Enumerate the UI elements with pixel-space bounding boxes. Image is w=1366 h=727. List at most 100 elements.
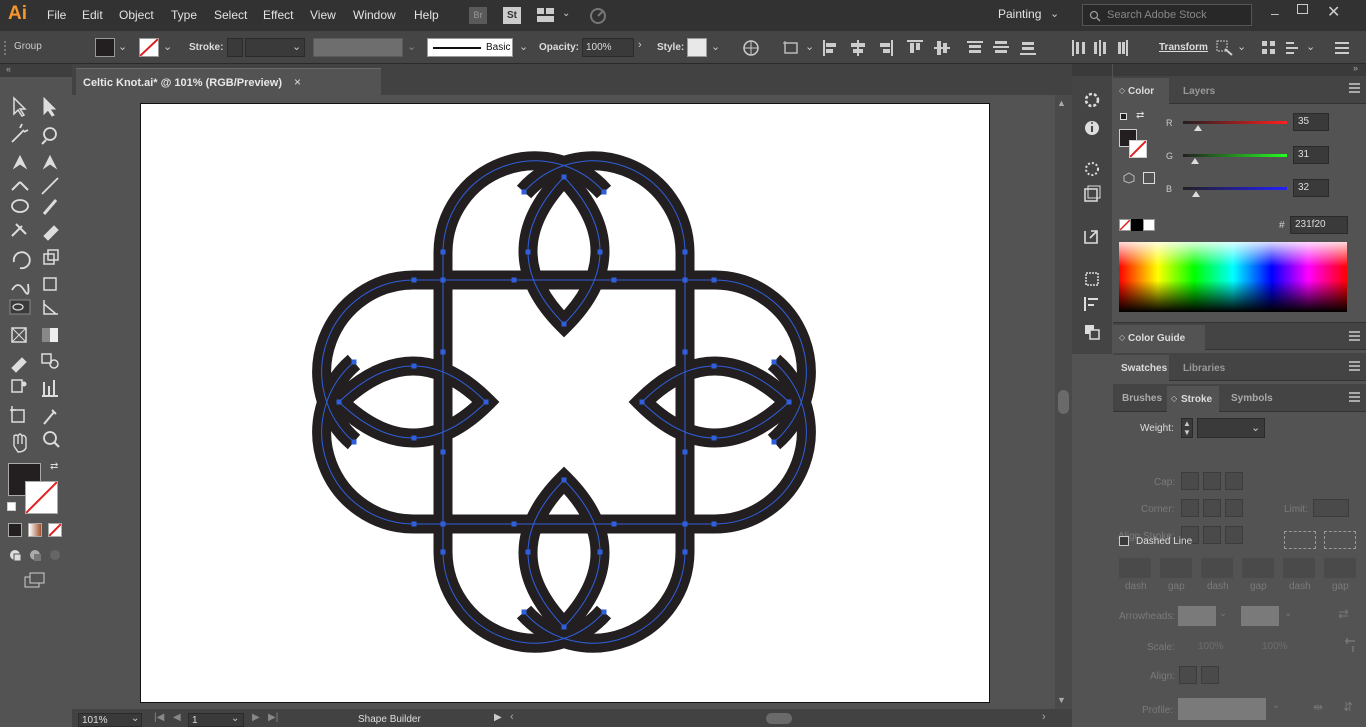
- start-arrowhead-select[interactable]: [1178, 606, 1216, 626]
- fill-chevron-icon[interactable]: ⌄: [118, 40, 127, 53]
- stroke-weight-stepper[interactable]: [227, 38, 243, 57]
- fill-color-swatch[interactable]: [95, 38, 115, 57]
- menu-select[interactable]: Select: [214, 8, 247, 22]
- projecting-cap-button[interactable]: [1225, 472, 1243, 490]
- chevron-down-icon[interactable]: ⌄: [562, 8, 570, 19]
- scroll-up-icon[interactable]: ▲: [1057, 98, 1066, 108]
- weight-field[interactable]: ⌄: [1197, 418, 1265, 438]
- scroll-down-icon[interactable]: ▼: [1057, 695, 1066, 705]
- gradient-mode-button[interactable]: [28, 523, 42, 537]
- dash-3-field[interactable]: [1283, 558, 1315, 578]
- align-outside-button[interactable]: [1225, 526, 1243, 544]
- stroke-panel-menu-icon[interactable]: [1349, 392, 1361, 402]
- swatches-menu-icon[interactable]: [1349, 361, 1361, 371]
- link-scale-icon[interactable]: [1343, 636, 1357, 654]
- tab-layers[interactable]: Layers: [1183, 86, 1215, 97]
- web-safe-color-icon[interactable]: [1143, 172, 1155, 184]
- round-join-button[interactable]: [1203, 499, 1221, 517]
- r-slider-handle[interactable]: [1194, 125, 1202, 131]
- r-slider-track[interactable]: [1183, 121, 1287, 124]
- horizontal-scroll-thumb[interactable]: [766, 713, 792, 724]
- limit-field[interactable]: [1313, 499, 1349, 517]
- b-slider-handle[interactable]: [1192, 191, 1200, 197]
- path-chevron-icon[interactable]: ⌄: [1306, 40, 1315, 53]
- none-swatch[interactable]: [1119, 219, 1131, 231]
- artboard[interactable]: [140, 103, 990, 703]
- flip-across-icon[interactable]: ⇵: [1343, 700, 1353, 714]
- b-slider-track[interactable]: [1183, 187, 1287, 190]
- prev-artboard-button[interactable]: ◀: [173, 712, 181, 723]
- maximize-button[interactable]: [1297, 4, 1308, 14]
- gap-1-field[interactable]: [1160, 558, 1192, 578]
- collapse-icon[interactable]: «: [6, 64, 11, 74]
- round-cap-button[interactable]: [1203, 472, 1221, 490]
- zoom-field[interactable]: 101% ⌄: [78, 713, 142, 727]
- transform-chevron-icon[interactable]: ⌄: [1237, 40, 1246, 53]
- artboard-number-field[interactable]: 1 ⌄: [188, 713, 244, 727]
- draw-inside-icon[interactable]: [48, 548, 62, 562]
- path-options-icon[interactable]: [1284, 39, 1304, 57]
- arrow-place-button[interactable]: [1201, 666, 1219, 684]
- dashed-line-checkbox[interactable]: [1119, 536, 1129, 546]
- menu-window[interactable]: Window: [353, 8, 396, 22]
- g-slider-handle[interactable]: [1191, 158, 1199, 164]
- swap-fill-stroke-icon[interactable]: ⇄: [50, 461, 58, 472]
- gap-2-field[interactable]: [1242, 558, 1274, 578]
- recolor-artwork-icon[interactable]: [742, 39, 760, 57]
- scale-start-value[interactable]: 100%: [1198, 641, 1224, 652]
- gpu-performance-icon[interactable]: [588, 6, 608, 24]
- first-artboard-button[interactable]: |◀: [154, 712, 164, 723]
- menu-view[interactable]: View: [310, 8, 336, 22]
- stroke-swatch[interactable]: [25, 481, 58, 514]
- default-fill-stroke-icon[interactable]: [7, 502, 16, 511]
- menu-type[interactable]: Type: [171, 8, 197, 22]
- tab-color[interactable]: ◇ Color: [1113, 78, 1169, 104]
- stroke-color-swatch[interactable]: [139, 38, 159, 57]
- color-panel-menu-icon[interactable]: [1349, 83, 1361, 93]
- stock-button[interactable]: St: [503, 7, 521, 24]
- menu-file[interactable]: File: [47, 8, 66, 22]
- bevel-join-button[interactable]: [1225, 499, 1243, 517]
- stroke-chevron-icon[interactable]: ⌄: [163, 40, 172, 53]
- profile-select[interactable]: [1178, 698, 1266, 720]
- g-value-field[interactable]: 31: [1293, 146, 1329, 164]
- r-value-field[interactable]: 35: [1293, 113, 1329, 131]
- minimize-button[interactable]: –: [1271, 5, 1279, 21]
- control-panel-menu-icon[interactable]: [1332, 39, 1352, 57]
- brush-chevron-icon[interactable]: ⌄: [519, 40, 528, 53]
- document-tab[interactable]: Celtic Knot.ai* @ 101% (RGB/Preview) ×: [76, 68, 381, 95]
- tab-brushes[interactable]: Brushes: [1122, 393, 1162, 404]
- default-colors-icon[interactable]: [1120, 113, 1127, 120]
- color-panel-stroke[interactable]: [1129, 140, 1147, 158]
- transform-link[interactable]: Transform: [1159, 42, 1208, 53]
- draw-behind-icon[interactable]: [28, 548, 42, 562]
- swap-arrowheads-icon[interactable]: ⇄: [1338, 606, 1349, 622]
- align-to-chevron-icon[interactable]: ⌄: [805, 40, 814, 53]
- expand-dock-icon[interactable]: »: [1353, 63, 1358, 73]
- profile-chevron-icon[interactable]: ⌄: [407, 40, 416, 53]
- miter-join-button[interactable]: [1181, 499, 1199, 517]
- graphic-style-swatch[interactable]: [687, 38, 707, 57]
- arrange-documents-icon[interactable]: [537, 8, 555, 22]
- tab-swatches[interactable]: Swatches: [1113, 355, 1169, 381]
- next-artboard-button[interactable]: ▶: [252, 712, 260, 723]
- white-swatch[interactable]: [1143, 219, 1155, 231]
- screen-mode-icon[interactable]: [24, 572, 48, 588]
- tab-symbols[interactable]: Symbols: [1231, 393, 1273, 404]
- transform-options-icon[interactable]: [1215, 39, 1235, 57]
- weight-stepper[interactable]: ▲ ▼: [1181, 418, 1193, 438]
- style-chevron-icon[interactable]: ⌄: [711, 40, 720, 53]
- stock-search-box[interactable]: Search Adobe Stock: [1082, 4, 1252, 26]
- scroll-left-icon[interactable]: ‹: [510, 711, 514, 723]
- variable-width-profile[interactable]: [313, 38, 403, 57]
- distribute-buttons-group[interactable]: [966, 39, 1142, 57]
- none-mode-button[interactable]: [48, 523, 62, 537]
- color-spectrum[interactable]: [1119, 242, 1347, 312]
- close-window-button[interactable]: ✕: [1327, 2, 1340, 22]
- vertical-scrollbar[interactable]: ▲ ▼: [1055, 95, 1072, 709]
- workspace-switcher[interactable]: Painting: [998, 7, 1041, 21]
- tab-color-guide[interactable]: ◇ Color Guide: [1113, 325, 1205, 351]
- align-inside-button[interactable]: [1203, 526, 1221, 544]
- align-to-icon[interactable]: [782, 39, 804, 57]
- close-tab-button[interactable]: ×: [294, 75, 301, 89]
